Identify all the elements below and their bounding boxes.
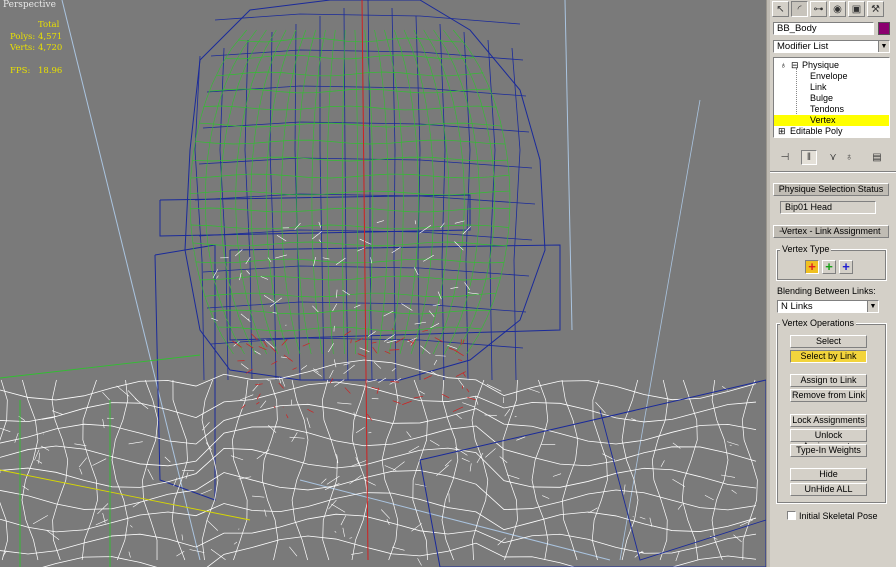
stack-item-tendons[interactable]: Tendons (774, 104, 889, 115)
wireframe-model (0, 0, 766, 567)
stack-item-envelope[interactable]: Envelope (774, 71, 889, 82)
stack-item-label: Editable Poly (790, 126, 843, 136)
make-unique-icon[interactable]: ⋎ (825, 150, 841, 165)
stack-item-label: Link (810, 82, 827, 92)
stats-verts-value: 4,720 (38, 43, 63, 53)
chevron-down-icon: ▼ (878, 41, 889, 52)
stats-polys-value: 4,571 (38, 31, 63, 42)
select-button[interactable]: Select (790, 335, 867, 348)
link-assignment-rollout-header[interactable]: − Vertex - Link Assignment (773, 225, 889, 238)
deformable-vertex-button[interactable]: + (822, 260, 836, 274)
initial-skeletal-pose-checkbox[interactable] (787, 511, 796, 520)
modify-icon: ◜ (797, 3, 802, 15)
selection-status-rollout-header[interactable]: − Physique Selection Status (773, 183, 889, 196)
collapse-icon[interactable]: ⊟ (791, 60, 799, 71)
remove-modifier-icon[interactable]: ♁ (841, 150, 857, 165)
rollout-title: Vertex - Link Assignment (781, 226, 881, 236)
motion-tab[interactable]: ◉ (829, 1, 846, 17)
selected-link-field: Bip01 Head (780, 201, 876, 214)
stack-item-link[interactable]: Link (774, 82, 889, 93)
stack-item-label: Tendons (810, 104, 845, 114)
expand-icon[interactable]: ⊞ (778, 126, 786, 137)
initial-skeletal-pose-label: Initial Skeletal Pose (799, 511, 878, 521)
display-tab[interactable]: ▣ (848, 1, 865, 17)
stack-item-vertex[interactable]: Vertex (774, 115, 889, 126)
utilities-tab[interactable]: ⚒ (867, 1, 884, 17)
panel-divider (770, 171, 896, 173)
blending-dropdown[interactable]: N Links ▼ (777, 300, 879, 313)
modifier-list-label: Modifier List (777, 41, 829, 52)
remove-from-link-button[interactable]: Remove from Link (790, 389, 867, 402)
modifier-stack[interactable]: ♁ ⊟ Physique Envelope Link Bulge Tendons… (773, 57, 890, 138)
viewport-label[interactable]: Perspective (3, 0, 56, 10)
vertex-type-label: Vertex Type (780, 244, 832, 254)
stack-item-bulge[interactable]: Bulge (774, 93, 889, 104)
pin-stack-icon[interactable]: ⊣ (777, 150, 793, 165)
rollout-title: Physique Selection Status (778, 184, 884, 194)
stats-fps-value: 18.96 (38, 66, 63, 76)
configure-modifier-sets-icon[interactable]: ▤ (869, 150, 885, 165)
unhide-all-button[interactable]: UnHide ALL (790, 483, 867, 496)
stats-header: Total (38, 20, 60, 30)
root-vertex-button[interactable]: + (839, 260, 853, 274)
utilities-icon: ⚒ (871, 3, 880, 15)
hierarchy-tab[interactable]: ⊶ (810, 1, 827, 17)
type-in-weights-button[interactable]: Type-In Weights (790, 444, 867, 457)
stack-item-label: Bulge (810, 93, 834, 103)
command-panel: ↖ ◜ ⊶ ◉ ▣ ⚒ BB_Body Modifier List ▼ ♁ ⊟ … (770, 0, 896, 567)
show-end-result-icon[interactable]: ‖ (801, 150, 817, 165)
vertex-operations-label: Vertex Operations (780, 318, 857, 328)
select-by-link-button[interactable]: Select by Link (790, 350, 867, 363)
display-icon: ▣ (851, 3, 862, 15)
rigid-vertex-button[interactable]: + (805, 260, 819, 274)
create-tab[interactable]: ↖ (772, 1, 789, 17)
stack-item-label: Envelope (810, 71, 848, 81)
hide-button[interactable]: Hide (790, 468, 867, 481)
lightbulb-icon[interactable]: ♁ (780, 60, 787, 71)
modifier-list-dropdown[interactable]: Modifier List ▼ (773, 40, 890, 53)
modify-tab[interactable]: ◜ (791, 1, 808, 17)
stack-item-label: Physique (802, 60, 840, 70)
object-name-field[interactable]: BB_Body (773, 22, 874, 35)
stats-verts-label: Verts: (10, 43, 36, 53)
stack-item-editable-poly[interactable]: ⊞ Editable Poly (774, 126, 889, 137)
object-color-swatch[interactable] (878, 22, 890, 35)
stats-fps-label: FPS: (10, 66, 31, 76)
blending-label: Blending Between Links: (777, 286, 876, 296)
stack-item-label: Vertex (810, 115, 836, 125)
create-icon: ↖ (776, 3, 785, 15)
hierarchy-icon: ⊶ (813, 3, 824, 15)
assign-to-link-button[interactable]: Assign to Link (790, 374, 867, 387)
unlock-assignments-button[interactable]: Unlock Assignments (790, 429, 867, 451)
lock-assignments-button[interactable]: Lock Assignments (790, 414, 867, 427)
blending-value: N Links (781, 301, 813, 312)
stack-item-physique[interactable]: ♁ ⊟ Physique (774, 60, 889, 71)
perspective-viewport[interactable]: Perspective Total Polys: 4,571 Verts: 4,72… (0, 0, 766, 567)
collapse-icon: − (779, 184, 785, 194)
command-panel-tabs: ↖ ◜ ⊶ ◉ ▣ ⚒ (772, 1, 894, 19)
stats-polys-label: Polys: (10, 31, 36, 42)
collapse-icon: − (779, 226, 785, 236)
motion-icon: ◉ (833, 3, 842, 15)
stack-toolbar: ⊣ ‖ ⋎ ♁ ▤ (773, 150, 890, 166)
chevron-down-icon: ▼ (867, 301, 878, 312)
